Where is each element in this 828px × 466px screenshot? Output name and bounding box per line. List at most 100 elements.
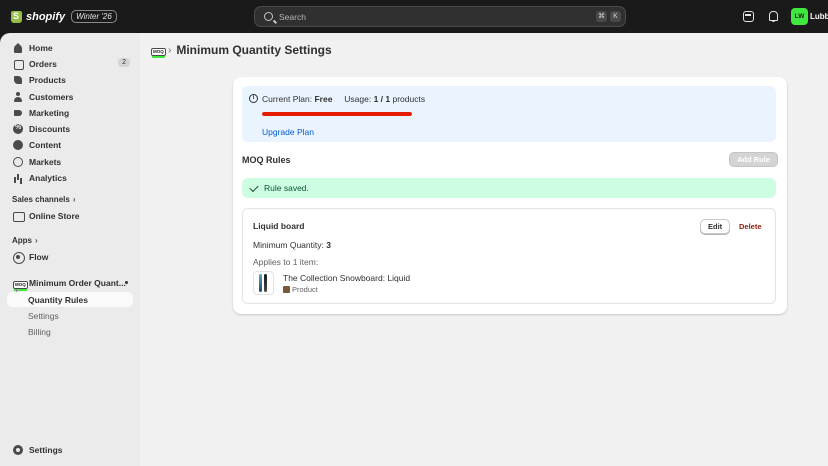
top-bar: shopify Winter '26 Search ⌘ K LW Lubbe bbox=[0, 0, 828, 33]
sidebar-item-quantity-rules[interactable]: Quantity Rules bbox=[7, 292, 133, 307]
sales-channels-heading[interactable]: Sales channels › bbox=[12, 195, 75, 204]
sidebar-item-label: Content bbox=[29, 140, 62, 150]
account-name[interactable]: Lubbe bbox=[810, 12, 828, 21]
product-type-label: Product bbox=[292, 285, 318, 294]
rule-card: Liquid board Edit Delete Minimum Quantit… bbox=[242, 208, 776, 304]
store-icon[interactable] bbox=[743, 11, 754, 22]
chevron-right-icon: › bbox=[72, 195, 76, 204]
applies-text: Applies to 1 item: bbox=[253, 257, 319, 267]
cmd-key-hint: ⌘ bbox=[596, 11, 607, 22]
sidebar-item-label: Markets bbox=[29, 157, 62, 167]
sidebar-item-analytics[interactable]: Analytics bbox=[7, 170, 133, 186]
package-icon bbox=[283, 286, 290, 293]
moq-badge: MOQ bbox=[13, 281, 28, 291]
add-rule-button[interactable]: Add Rule bbox=[729, 152, 778, 167]
sidebar-item-label: Products bbox=[29, 75, 66, 85]
pin-icon[interactable] bbox=[125, 281, 128, 284]
settings-card: i Current Plan: Free Usage: 1 / 1 produc… bbox=[233, 77, 787, 314]
search-icon bbox=[264, 12, 273, 21]
flow-icon bbox=[13, 252, 25, 264]
sidebar-item-label: Minimum Order Quant... bbox=[29, 278, 126, 288]
chevron-right-icon: › bbox=[35, 236, 38, 245]
sidebar-item-label: Settings bbox=[29, 445, 63, 455]
current-plan-value: Free bbox=[314, 94, 333, 104]
sidebar-item-orders[interactable]: Orders 2 bbox=[7, 56, 133, 72]
sidebar-item-label: Marketing bbox=[29, 108, 70, 118]
upgrade-plan-link[interactable]: Upgrade Plan bbox=[262, 127, 314, 137]
usage-label: Usage: bbox=[344, 94, 372, 104]
sidebar-item-content[interactable]: Content bbox=[7, 137, 133, 153]
globe-icon bbox=[13, 157, 23, 167]
moq-badge: MOQ bbox=[151, 48, 166, 58]
apps-label: Apps bbox=[12, 236, 32, 245]
tag-icon bbox=[13, 75, 23, 85]
sidebar-item-marketing[interactable]: Marketing bbox=[7, 105, 133, 121]
sidebar-item-online-store[interactable]: Online Store bbox=[7, 208, 133, 224]
success-message: Rule saved. bbox=[264, 183, 309, 193]
sidebar-item-settings[interactable]: Settings bbox=[7, 442, 133, 458]
sidebar-item-home[interactable]: Home bbox=[7, 40, 133, 56]
min-quantity-value: 3 bbox=[326, 240, 331, 250]
sidebar-item-flow[interactable]: Flow bbox=[7, 249, 133, 265]
sidebar-item-label: Online Store bbox=[29, 211, 80, 221]
sidebar-item-markets[interactable]: Markets bbox=[7, 154, 133, 170]
delete-rule-button[interactable]: Delete bbox=[735, 219, 766, 234]
sidebar-item-products[interactable]: Products bbox=[7, 72, 133, 88]
sidebar-item-moq-app[interactable]: MOQ Minimum Order Quant... bbox=[7, 275, 133, 291]
usage-progress-bar bbox=[262, 112, 412, 116]
orders-count-badge: 2 bbox=[118, 58, 130, 67]
check-icon bbox=[249, 182, 259, 192]
plan-text: Current Plan: Free Usage: 1 / 1 products bbox=[262, 94, 425, 104]
moq-rules-heading: MOQ Rules bbox=[242, 155, 291, 165]
sidebar-item-label: Flow bbox=[29, 252, 49, 262]
sidebar-item-label: Customers bbox=[29, 92, 74, 102]
usage-unit: products bbox=[392, 94, 426, 104]
sidebar-item-customers[interactable]: Customers bbox=[7, 89, 133, 105]
store-icon bbox=[13, 211, 25, 222]
product-type: Product bbox=[283, 285, 318, 294]
version-badge: Winter '26 bbox=[71, 10, 117, 23]
sidebar: Home Orders 2 Products Customers Marketi… bbox=[0, 33, 140, 466]
product-thumbnail bbox=[253, 271, 274, 295]
person-icon bbox=[13, 92, 23, 102]
shopify-logo[interactable]: shopify Winter '26 bbox=[11, 10, 117, 23]
content-icon bbox=[13, 140, 23, 150]
sidebar-item-billing[interactable]: Billing bbox=[7, 324, 133, 339]
success-banner: Rule saved. bbox=[242, 178, 776, 198]
gear-icon bbox=[13, 445, 23, 455]
apps-heading[interactable]: Apps › bbox=[12, 236, 38, 245]
usage-progress-fill bbox=[262, 112, 412, 116]
usage-value: 1 / 1 bbox=[373, 94, 391, 104]
sidebar-item-settings-sub[interactable]: Settings bbox=[7, 308, 133, 323]
orders-icon bbox=[13, 59, 24, 70]
shopify-bag-icon bbox=[11, 10, 22, 23]
main-content: MOQ › Minimum Quantity Settings i Curren… bbox=[140, 33, 828, 466]
min-quantity-label: Minimum Quantity: bbox=[253, 240, 324, 250]
page-header: MOQ › Minimum Quantity Settings bbox=[151, 43, 332, 58]
chevron-right-icon: › bbox=[168, 44, 172, 56]
search-placeholder: Search bbox=[279, 11, 306, 22]
discount-icon bbox=[13, 124, 23, 134]
sales-channels-label: Sales channels bbox=[12, 195, 70, 204]
search-input[interactable]: Search ⌘ K bbox=[254, 6, 626, 27]
edit-rule-button[interactable]: Edit bbox=[700, 219, 731, 234]
moq-app-icon: MOQ bbox=[13, 278, 28, 291]
moq-app-icon: MOQ bbox=[151, 45, 166, 58]
bell-icon[interactable] bbox=[768, 11, 779, 22]
rule-name: Liquid board bbox=[253, 221, 305, 231]
product-name: The Collection Snowboard: Liquid bbox=[283, 273, 411, 283]
sidebar-item-label: Analytics bbox=[29, 173, 67, 183]
k-key-hint: K bbox=[610, 11, 621, 22]
chart-icon bbox=[13, 173, 23, 183]
avatar[interactable]: LW bbox=[791, 8, 808, 25]
megaphone-icon bbox=[13, 108, 23, 118]
current-plan-label: Current Plan: bbox=[262, 94, 313, 104]
sidebar-item-discounts[interactable]: Discounts bbox=[7, 121, 133, 137]
brand-name: shopify bbox=[26, 10, 66, 23]
plan-banner: i Current Plan: Free Usage: 1 / 1 produc… bbox=[242, 86, 776, 142]
home-icon bbox=[13, 43, 23, 53]
info-icon: i bbox=[249, 94, 258, 103]
min-quantity: Minimum Quantity: 3 bbox=[253, 240, 331, 250]
sidebar-item-label: Discounts bbox=[29, 124, 71, 134]
page-title: Minimum Quantity Settings bbox=[176, 43, 332, 57]
